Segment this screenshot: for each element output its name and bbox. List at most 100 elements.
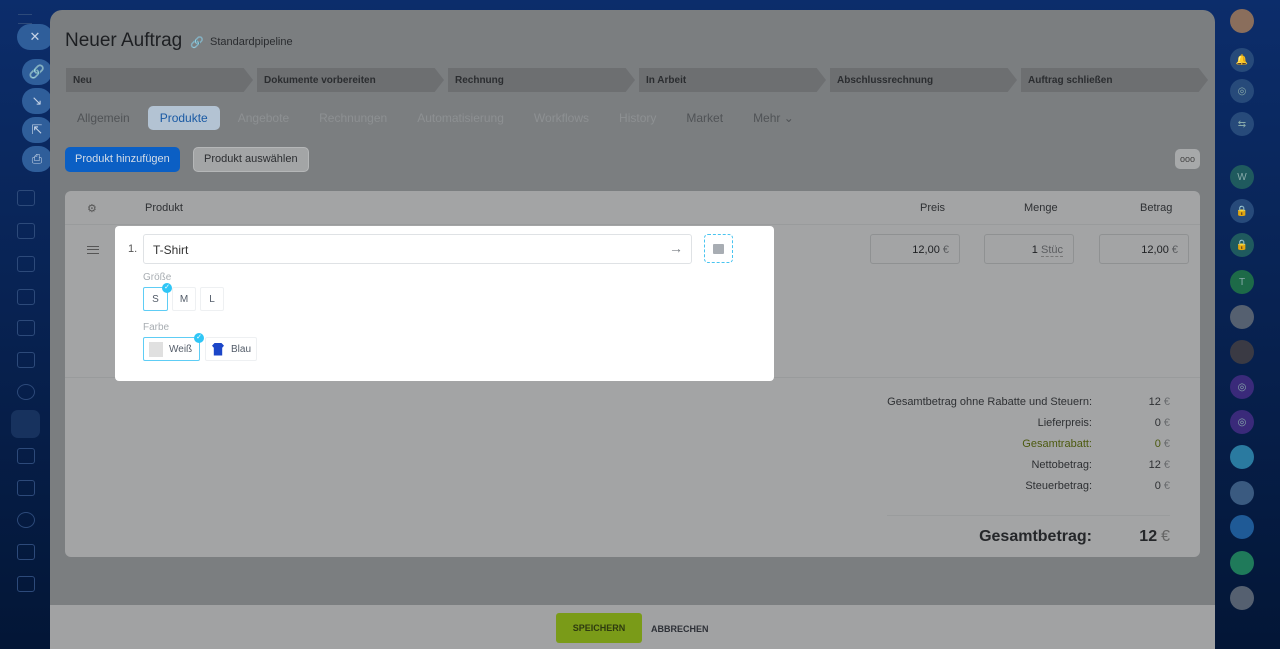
total-row: Gesamtbetrag ohne Rabatte und Steuern: 12… <box>887 396 1170 408</box>
link-icon[interactable]: 🔗 <box>190 36 204 49</box>
unit-select[interactable]: Stüc <box>1040 244 1063 257</box>
left-sidebar: ✕ 🔗 ↘ ⇱ ⎙ <box>0 0 53 649</box>
print-icon[interactable]: ⎙ <box>22 146 52 172</box>
download-icon[interactable]: ↘ <box>22 88 52 114</box>
user-avatar[interactable] <box>1230 586 1254 610</box>
right-sidebar: 🔔 ◎ ⇆ W 🔒 🔒 T ◎ ◎ <box>1217 0 1280 649</box>
tasks-icon[interactable] <box>17 223 35 239</box>
tab-automation[interactable]: Automatisierung <box>405 106 516 130</box>
edit-icon[interactable] <box>17 576 35 592</box>
size-label: Größe <box>143 272 172 283</box>
store-icon[interactable] <box>17 480 35 496</box>
bot-icon[interactable] <box>1230 481 1254 505</box>
mail-icon[interactable] <box>17 352 35 368</box>
tab-market[interactable]: Market <box>674 106 735 130</box>
totals: Gesamtbetrag ohne Rabatte und Steuern: 12… <box>887 396 1170 546</box>
product-name-input[interactable]: T-Shirt → <box>143 234 692 264</box>
tab-history[interactable]: History <box>607 106 668 130</box>
inbox-icon[interactable] <box>17 320 35 336</box>
save-button[interactable]: SPEICHERN <box>556 613 642 643</box>
gear-icon[interactable]: ⚙ <box>87 202 97 215</box>
footer-bar: SPEICHERN ABBRECHEN <box>50 605 1215 649</box>
user-avatar[interactable] <box>1230 340 1254 364</box>
more-options-button[interactable]: ooo <box>1175 149 1200 169</box>
cancel-button[interactable]: ABBRECHEN <box>651 624 709 634</box>
white-shirt-icon <box>149 341 163 357</box>
total-row: Gesamtrabatt: 0 € <box>1022 438 1170 450</box>
drag-handle-icon[interactable] <box>87 246 99 254</box>
stage-final-invoice[interactable]: Abschlussrechnung <box>830 68 1017 92</box>
tab-products[interactable]: Produkte <box>147 106 220 130</box>
qty-value: 1 <box>1031 244 1038 256</box>
size-option-l[interactable]: L <box>200 287 224 311</box>
grand-total: Gesamtbetrag: 12 € <box>887 515 1170 546</box>
bell-icon[interactable]: 🔔 <box>1230 48 1254 72</box>
col-price: Preis <box>920 202 946 214</box>
schedule-icon[interactable] <box>17 448 35 464</box>
product-variant-popup: 1. T-Shirt → Größe S ✓ M L Farbe Weiß ✓ Bla… <box>115 226 774 381</box>
total-row: Lieferpreis: 0 € <box>1037 417 1170 429</box>
arrow-right-icon[interactable]: → <box>669 240 683 256</box>
stage-prepare-docs[interactable]: Dokumente vorbereiten <box>257 68 444 92</box>
table-header: ⚙ Produkt Preis Menge Betrag <box>65 191 1200 225</box>
target-icon[interactable] <box>17 512 35 528</box>
pipeline-stages: Neu Dokumente vorbereiten Rechnung In Ar… <box>66 68 1208 92</box>
openlines-icon[interactable]: ◎ <box>1230 410 1254 434</box>
check-icon: ✓ <box>162 283 172 293</box>
tab-invoices[interactable]: Rechnungen <box>307 106 399 130</box>
add-product-button[interactable]: Produkt hinzufügen <box>65 147 180 172</box>
blue-shirt-icon <box>212 342 224 356</box>
sidebar-item-crm[interactable] <box>11 410 40 438</box>
color-label: Farbe <box>143 322 170 333</box>
bookmark-icon[interactable] <box>1230 515 1254 539</box>
price-field[interactable]: 12,00 € <box>870 234 960 264</box>
size-option-s[interactable]: S ✓ <box>143 283 172 311</box>
quantity-field[interactable]: 1 Stüc <box>984 234 1074 264</box>
stage-in-progress[interactable]: In Arbeit <box>639 68 826 92</box>
currency: € <box>942 244 949 256</box>
color-option-blue[interactable]: Blau <box>205 337 257 361</box>
tab-general[interactable]: Allgemein <box>65 106 142 130</box>
messages-icon[interactable]: ⇆ <box>1230 112 1254 136</box>
pipeline-name[interactable]: Standardpipeline <box>210 36 293 48</box>
chat-w[interactable]: W <box>1230 165 1254 189</box>
image-upload-icon[interactable] <box>704 234 733 263</box>
calendar-icon[interactable] <box>17 190 35 206</box>
total-row: Steuerbetrag: 0 € <box>1025 480 1170 492</box>
cart-icon[interactable] <box>17 544 35 560</box>
tab-more[interactable]: Mehr ⌄ <box>741 106 806 130</box>
lock-icon[interactable]: 🔒 <box>1230 233 1254 257</box>
row-number: 1. <box>128 243 138 255</box>
document-icon[interactable] <box>17 256 35 272</box>
tab-quotes[interactable]: Angebote <box>226 106 301 130</box>
news-icon[interactable] <box>1230 551 1254 575</box>
board-icon[interactable] <box>17 289 35 305</box>
select-product-button[interactable]: Produkt auswählen <box>193 147 309 172</box>
open-external-icon[interactable]: ⇱ <box>22 117 52 143</box>
menu-icon[interactable] <box>18 14 32 24</box>
amount-value: 12,00 <box>1141 244 1169 256</box>
link-icon[interactable]: 🔗 <box>22 59 52 85</box>
amount-field[interactable]: 12,00 € <box>1099 234 1189 264</box>
page-title: Neuer Auftrag <box>65 30 183 51</box>
chat-bubble-icon[interactable] <box>1230 445 1254 469</box>
stage-invoice[interactable]: Rechnung <box>448 68 635 92</box>
price-value: 12,00 <box>912 244 940 256</box>
size-option-m[interactable]: M <box>172 287 196 311</box>
col-product: Produkt <box>145 202 183 214</box>
stage-close-order[interactable]: Auftrag schließen <box>1021 68 1208 92</box>
color-option-white[interactable]: Weiß ✓ <box>143 333 204 361</box>
tab-workflows[interactable]: Workflows <box>522 106 601 130</box>
col-amount: Betrag <box>1140 202 1173 214</box>
chat-t[interactable]: T <box>1230 270 1254 294</box>
openlines-icon[interactable]: ◎ <box>1230 375 1254 399</box>
currency: € <box>1171 244 1178 256</box>
contacts-icon[interactable] <box>17 384 35 400</box>
chat-icon[interactable]: ◎ <box>1230 79 1254 103</box>
lock-icon[interactable]: 🔒 <box>1230 199 1254 223</box>
group-avatar[interactable] <box>1230 305 1254 329</box>
total-row: Nettobetrag: 12 € <box>1031 459 1170 471</box>
stage-new[interactable]: Neu <box>66 68 253 92</box>
user-avatar[interactable] <box>1230 9 1254 33</box>
close-button[interactable]: ✕ <box>17 24 53 50</box>
